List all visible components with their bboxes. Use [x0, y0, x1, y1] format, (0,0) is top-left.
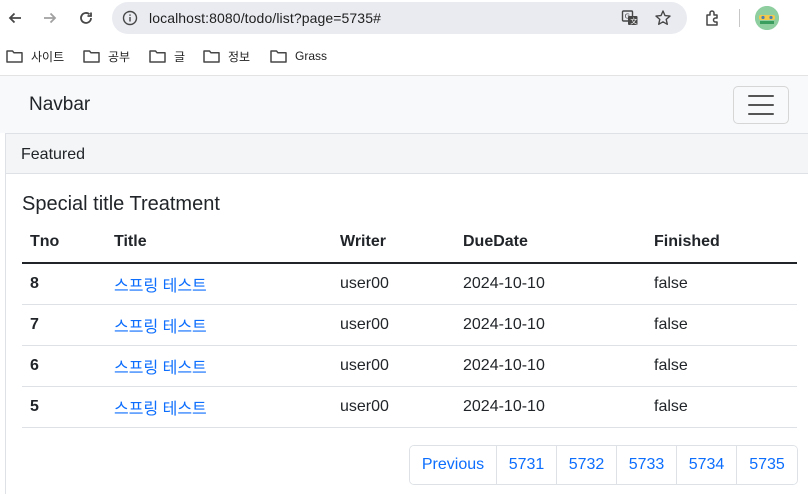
todo-table: Tno Title Writer DueDate Finished 8 스프링 …: [22, 222, 797, 428]
bookmark-star-icon[interactable]: [653, 8, 673, 28]
cell-writer: user00: [332, 386, 455, 428]
svg-text:文: 文: [630, 17, 637, 26]
extensions-icon[interactable]: [701, 6, 725, 30]
navbar-toggler-button[interactable]: [733, 86, 789, 124]
table-header-row: Tno Title Writer DueDate Finished: [22, 222, 797, 264]
cell-tno: 6: [22, 345, 106, 387]
folder-icon: [83, 50, 100, 63]
cell-tno: 7: [22, 304, 106, 346]
card-title: Special title Treatment: [22, 193, 220, 215]
column-header-tno: Tno: [22, 222, 106, 264]
bookmark-label: Grass: [295, 49, 328, 63]
card-header: Featured: [6, 133, 808, 174]
cell-finished: false: [646, 386, 797, 428]
translate-icon[interactable]: 文G: [620, 8, 640, 28]
cell-title: 스프링 테스트: [106, 304, 332, 346]
bookmark-folder-site[interactable]: 사이트: [6, 46, 64, 66]
cell-tno: 5: [22, 386, 106, 428]
navbar: Navbar: [0, 76, 808, 133]
bookmark-folder-writing[interactable]: 글: [149, 46, 185, 66]
column-header-finished: Finished: [646, 222, 797, 264]
todo-title-link[interactable]: 스프링 테스트: [114, 278, 207, 295]
folder-icon: [6, 50, 23, 63]
navbar-brand[interactable]: Navbar: [29, 94, 90, 116]
reload-icon[interactable]: [74, 6, 98, 30]
cell-finished: false: [646, 263, 797, 305]
todo-title-link[interactable]: 스프링 테스트: [114, 319, 207, 336]
cell-writer: user00: [332, 304, 455, 346]
cell-finished: false: [646, 345, 797, 387]
card: Featured Special title Treatment Tno Tit…: [5, 133, 808, 494]
bookmark-label: 정보: [228, 49, 251, 64]
pagination-previous[interactable]: Previous: [410, 446, 496, 484]
table-row: 5 스프링 테스트 user00 2024-10-10 false: [22, 386, 797, 428]
cell-duedate: 2024-10-10: [455, 263, 646, 305]
bookmark-label: 글: [174, 49, 186, 64]
bookmark-label: 사이트: [31, 49, 65, 64]
cell-title: 스프링 테스트: [106, 386, 332, 428]
table-row: 6 스프링 테스트 user00 2024-10-10 false: [22, 345, 797, 387]
column-header-title: Title: [106, 222, 332, 264]
folder-icon: [270, 50, 287, 63]
browser-toolbar: localhost:8080/todo/list?page=5735# 文G: [0, 0, 808, 37]
cell-tno: 8: [22, 263, 106, 305]
folder-icon: [149, 50, 166, 63]
bookmark-folder-info[interactable]: 정보: [203, 46, 250, 66]
folder-icon: [203, 50, 220, 63]
cell-finished: false: [646, 304, 797, 346]
page-content: Navbar Featured Special title Treatment …: [0, 75, 808, 494]
site-info-icon[interactable]: [122, 10, 138, 26]
pagination-page[interactable]: 5733: [616, 446, 676, 484]
svg-text:G: G: [625, 13, 630, 21]
card-header-text: Featured: [21, 146, 86, 163]
back-arrow-icon[interactable]: [3, 6, 27, 30]
pagination-page[interactable]: 5735: [736, 446, 797, 484]
table-row: 7 스프링 테스트 user00 2024-10-10 false: [22, 304, 797, 346]
address-bar[interactable]: localhost:8080/todo/list?page=5735# 文G: [112, 2, 687, 34]
bookmark-folder-study[interactable]: 공부: [83, 46, 130, 66]
bookmark-label: 공부: [108, 49, 131, 64]
cell-duedate: 2024-10-10: [455, 386, 646, 428]
column-header-writer: Writer: [332, 222, 455, 264]
table-row: 8 스프링 테스트 user00 2024-10-10 false: [22, 263, 797, 305]
url-text: localhost:8080/todo/list?page=5735#: [149, 10, 381, 26]
bookmark-folder-grass[interactable]: Grass: [270, 46, 327, 66]
cell-duedate: 2024-10-10: [455, 345, 646, 387]
cell-writer: user00: [332, 345, 455, 387]
bookmarks-bar: 사이트 공부 글 정보 Grass: [0, 37, 808, 75]
cell-writer: user00: [332, 263, 455, 305]
todo-title-link[interactable]: 스프링 테스트: [114, 360, 207, 377]
cell-duedate: 2024-10-10: [455, 304, 646, 346]
pagination: Previous 5731 5732 5733 5734 5735: [409, 445, 798, 485]
todo-title-link[interactable]: 스프링 테스트: [114, 401, 207, 418]
pagination-page[interactable]: 5732: [556, 446, 616, 484]
toolbar-divider: [739, 9, 740, 27]
hamburger-menu-icon: [748, 95, 774, 115]
profile-avatar[interactable]: [755, 6, 779, 30]
cell-title: 스프링 테스트: [106, 263, 332, 305]
column-header-duedate: DueDate: [455, 222, 646, 264]
pagination-page[interactable]: 5731: [496, 446, 556, 484]
cell-title: 스프링 테스트: [106, 345, 332, 387]
pagination-page[interactable]: 5734: [676, 446, 736, 484]
forward-arrow-icon[interactable]: [38, 6, 62, 30]
